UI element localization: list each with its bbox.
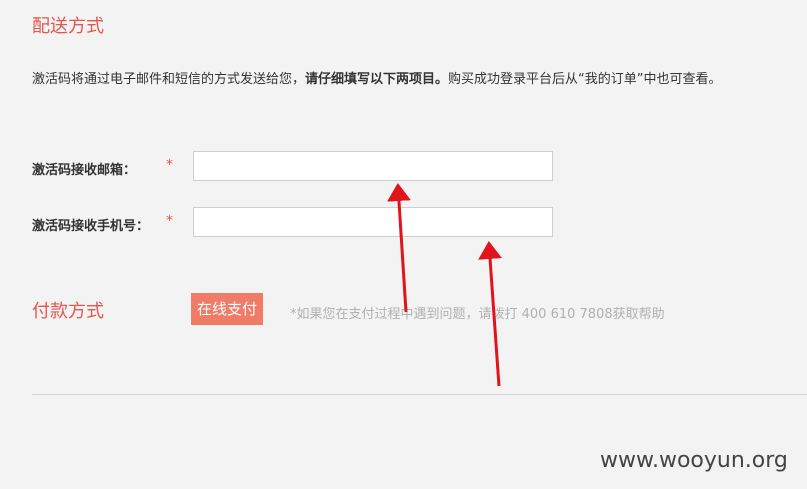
phone-input[interactable] — [193, 207, 553, 237]
description-prefix: 激活码将通过电子邮件和短信的方式发送给您， — [32, 72, 306, 87]
required-mark: * — [166, 213, 173, 229]
delivery-description: 激活码将通过电子邮件和短信的方式发送给您，请仔细填写以下两项目。购买成功登录平台… — [32, 68, 722, 87]
payment-section-title: 付款方式 — [32, 301, 104, 322]
payment-help-note: *如果您在支付过程中遇到问题，请拨打 400 610 7808获取帮助 — [290, 307, 665, 322]
watermark: www.wooyun.org — [600, 448, 788, 473]
annotation-arrow — [386, 183, 411, 313]
email-input[interactable] — [193, 151, 553, 181]
description-suffix: 购买成功登录平台后从“我的订单”中也可查看。 — [448, 72, 722, 87]
description-bold: 请仔细填写以下两项目。 — [305, 72, 449, 87]
online-pay-button[interactable]: 在线支付 — [191, 293, 264, 325]
delivery-section-title: 配送方式 — [32, 16, 104, 37]
email-label: 激活码接收邮箱： — [32, 163, 137, 178]
phone-label: 激活码接收手机号： — [32, 219, 150, 234]
divider — [32, 394, 807, 395]
required-mark: * — [166, 157, 173, 173]
